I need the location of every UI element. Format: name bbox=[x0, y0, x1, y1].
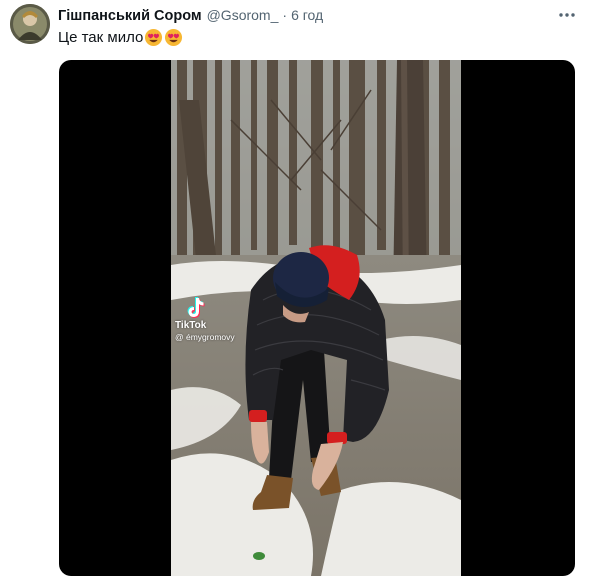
video-media[interactable]: TikTok @ émygromovy bbox=[59, 60, 575, 576]
more-dots-icon[interactable] bbox=[556, 6, 578, 24]
tiktok-logo-icon bbox=[184, 296, 206, 320]
video-still-image bbox=[171, 60, 461, 576]
tweet-text: Це так мило bbox=[58, 28, 183, 47]
separator-dot: · bbox=[282, 7, 288, 23]
tweet[interactable]: Гішпанський Сором @Gsorom_ · 6 год Це та… bbox=[0, 0, 589, 588]
tweet-timestamp[interactable]: 6 год bbox=[291, 7, 323, 23]
tiktok-watermark-username: @ émygromovy bbox=[175, 332, 235, 342]
tiktok-watermark-brand: TikTok bbox=[175, 320, 207, 331]
smiling-face-with-heart-eyes-icon bbox=[164, 28, 183, 47]
author-avatar[interactable] bbox=[10, 4, 50, 44]
tweet-text-content: Це так мило bbox=[58, 29, 144, 46]
video-frame bbox=[171, 60, 461, 576]
author-name[interactable]: Гішпанський Сором bbox=[58, 8, 202, 24]
smiling-face-with-heart-eyes-icon bbox=[144, 28, 163, 47]
author-handle[interactable]: @Gsorom_ bbox=[207, 7, 279, 23]
tweet-header: Гішпанський Сором @Gsorom_ · 6 год bbox=[58, 7, 323, 25]
